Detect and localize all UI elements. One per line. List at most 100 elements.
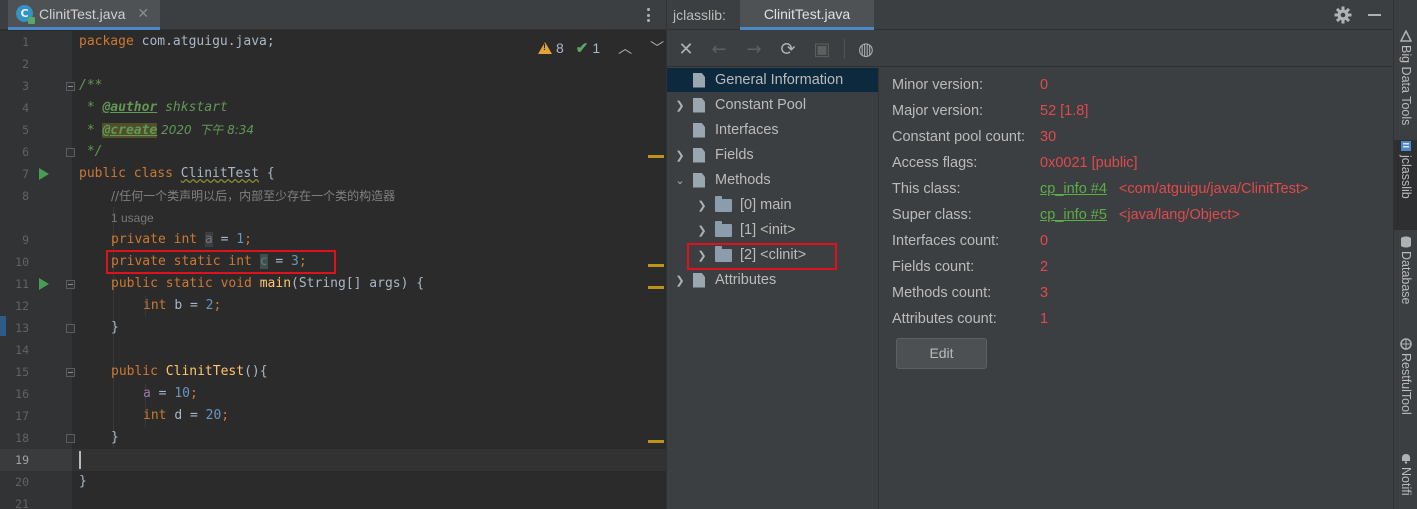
refresh-icon[interactable]: ⟳ <box>777 38 799 60</box>
big-data-tools-button[interactable]: Big Data Tools <box>1394 30 1417 125</box>
chevron-right-icon[interactable]: ❯ <box>673 99 687 112</box>
error-stripe-mark[interactable] <box>648 440 664 443</box>
code-line-12: int b = 2; <box>143 298 222 313</box>
close-icon[interactable]: ✕ <box>675 38 697 60</box>
super-class-cp-link[interactable]: cp_info #5 <box>1040 207 1107 223</box>
current-line-highlight <box>0 449 666 471</box>
edit-button[interactable]: Edit <box>896 338 987 369</box>
line-number: 18 <box>15 431 29 445</box>
tree-item-label: [1] <init> <box>740 222 796 238</box>
tree-item-constant-pool[interactable]: ❯ Constant Pool <box>673 93 806 117</box>
fold-icon[interactable] <box>66 82 75 91</box>
gear-icon[interactable] <box>1334 6 1352 24</box>
tab-clinittest-java[interactable]: ClinitTest.java ✕ <box>8 0 160 30</box>
text-caret <box>79 451 81 469</box>
toolbar-separator <box>844 39 845 59</box>
line-number: 9 <box>22 233 29 247</box>
jclasslib-header: jclasslib: ClinitTest.java <box>667 0 1393 30</box>
line-number: 15 <box>15 365 29 379</box>
warning-icon <box>538 42 552 54</box>
line-number: 20 <box>15 475 29 489</box>
chevron-right-icon[interactable]: ❯ <box>695 224 709 237</box>
folder-icon <box>715 220 732 237</box>
chevron-right-icon[interactable]: ❯ <box>695 199 709 212</box>
tool-window-title: jclasslib: <box>673 7 726 23</box>
save-icon[interactable]: ▣ <box>811 38 833 60</box>
database-button[interactable]: Database <box>1394 236 1417 305</box>
line-number: 6 <box>22 145 29 159</box>
error-stripe-mark[interactable] <box>648 264 664 267</box>
line-number: 7 <box>22 167 29 181</box>
super-class-row: cp_info #5 <java/lang/Object> <box>1040 205 1240 225</box>
tool-label: jclasslib <box>1399 155 1413 199</box>
code-editor[interactable]: ClinitTest.java ✕ 1 2 3 4 5 6 7 8 9 10 1… <box>0 0 666 509</box>
weak-warning-icon: ✔ <box>575 40 589 57</box>
tool-label: Notifi <box>1399 467 1413 496</box>
minor-version-value: 0 <box>1040 77 1049 93</box>
chevron-right-icon[interactable]: ❯ <box>673 149 687 162</box>
line-number: 2 <box>22 57 29 71</box>
error-stripe-mark[interactable] <box>648 155 664 158</box>
error-stripe-mark[interactable] <box>648 286 664 289</box>
document-icon <box>693 122 705 138</box>
tree-item-label: [0] main <box>740 197 792 213</box>
web-browser-icon[interactable]: ◍ <box>855 38 877 60</box>
tree-item-interfaces[interactable]: › Interfaces <box>673 118 779 142</box>
line-number: 17 <box>15 409 29 423</box>
line-number: 5 <box>22 123 29 137</box>
this-class-row: cp_info #4 <com/atguigu/java/ClinitTest> <box>1040 179 1308 199</box>
line-number: 21 <box>15 497 29 509</box>
fold-icon[interactable] <box>66 324 75 333</box>
jclasslib-button[interactable]: jclasslib <box>1394 140 1417 230</box>
warning-count: 8 <box>556 40 564 56</box>
interfaces-count-label: Interfaces count: <box>892 233 1000 249</box>
fold-icon[interactable] <box>66 280 75 289</box>
forward-arrow-icon[interactable]: → <box>743 38 765 60</box>
tree-item-attributes[interactable]: ❯ Attributes <box>673 268 776 292</box>
line-number: 14 <box>15 343 29 357</box>
document-icon <box>693 272 705 288</box>
usage-inlay-hint[interactable]: 1 usage <box>111 207 154 229</box>
tree-item-method-main[interactable]: ❯ [0] main <box>695 193 792 217</box>
more-options-icon[interactable] <box>644 6 652 24</box>
run-class-icon[interactable] <box>39 168 49 180</box>
inspection-widget[interactable]: 8 ✔ 1 ︿ ﹀ <box>538 36 664 60</box>
tree-item-methods[interactable]: ⌄ Methods <box>673 168 770 192</box>
attributes-count-value: 1 <box>1040 311 1049 327</box>
tree-item-method-init[interactable]: ❯ [1] <init> <box>695 218 796 242</box>
line-number: 16 <box>15 387 29 401</box>
run-main-icon[interactable] <box>39 278 49 290</box>
notifications-button[interactable]: Notifi <box>1394 452 1417 495</box>
chevron-right-icon[interactable]: ❯ <box>673 274 687 287</box>
major-version-value: 52 [1.8] <box>1040 103 1089 119</box>
fold-icon[interactable] <box>66 148 75 157</box>
code-line-8: //任何一个类声明以后，内部至少存在一个类的构造器 <box>111 189 396 203</box>
methods-count-label: Methods count: <box>892 285 992 301</box>
code-line-17: int d = 20; <box>143 408 230 423</box>
back-arrow-icon[interactable]: ← <box>708 38 730 60</box>
chevron-down-icon[interactable]: ⌄ <box>673 174 687 187</box>
restful-tool-button[interactable]: RestfulTool <box>1394 338 1417 415</box>
this-class-cp-link[interactable]: cp_info #4 <box>1040 181 1107 197</box>
tab-label: ClinitTest.java <box>39 5 126 22</box>
close-icon[interactable]: ✕ <box>137 6 149 22</box>
line-number: 1 <box>22 35 29 49</box>
fold-icon[interactable] <box>66 368 75 377</box>
tree-item-label: Constant Pool <box>715 97 807 113</box>
tab-clinittest-java-bytecode[interactable]: ClinitTest.java <box>740 0 874 30</box>
line-number: 10 <box>15 255 29 269</box>
tree-item-general-information[interactable]: › General Information <box>673 68 843 92</box>
next-highlight-icon[interactable]: ﹀ <box>650 38 664 58</box>
fold-icon[interactable] <box>66 434 75 443</box>
line-number: 19 <box>15 453 29 467</box>
minimize-icon[interactable] <box>1368 14 1381 16</box>
tree-item-label: Attributes <box>715 272 777 288</box>
tree-item-fields[interactable]: ❯ Fields <box>673 143 753 167</box>
line-number: 13 <box>15 321 29 335</box>
java-class-icon <box>16 5 35 24</box>
class-structure-tree[interactable]: › General Information ❯ Constant Pool › … <box>667 68 879 509</box>
tool-label: RestfulTool <box>1399 353 1413 415</box>
weak-warning-count: 1 <box>592 40 601 56</box>
previous-highlight-icon[interactable]: ︿ <box>618 38 632 58</box>
attributes-count-label: Attributes count: <box>892 311 997 327</box>
